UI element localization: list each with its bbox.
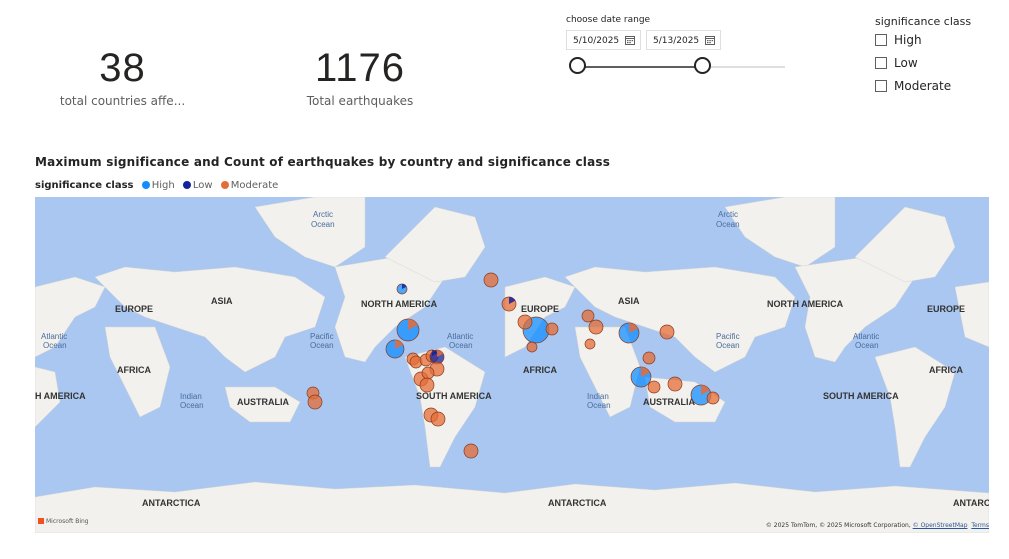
svg-text:Ocean: Ocean bbox=[180, 401, 204, 410]
svg-text:Atlantic: Atlantic bbox=[41, 332, 67, 341]
end-date-input[interactable]: 5/13/2025 bbox=[646, 30, 721, 50]
svg-text:ASIA: ASIA bbox=[618, 296, 640, 306]
svg-text:EUROPE: EUROPE bbox=[927, 304, 965, 314]
svg-text:NORTH AMERICA: NORTH AMERICA bbox=[767, 299, 844, 309]
svg-text:ANTARC: ANTARC bbox=[953, 498, 989, 508]
map-canvas[interactable]: Arctic Ocean Arctic Ocean EUROPE ASIA NO… bbox=[35, 197, 989, 533]
svg-text:Ocean: Ocean bbox=[310, 341, 334, 350]
earthquake-bubble[interactable] bbox=[706, 391, 720, 405]
svg-text:Arctic: Arctic bbox=[313, 210, 333, 219]
svg-text:Ocean: Ocean bbox=[43, 341, 67, 350]
svg-text:Ocean: Ocean bbox=[311, 220, 335, 229]
earthquake-bubble[interactable] bbox=[659, 324, 675, 340]
svg-text:AUSTRALIA: AUSTRALIA bbox=[237, 397, 289, 407]
bing-logo: Microsoft Bing bbox=[38, 518, 89, 525]
earthquake-bubble[interactable] bbox=[430, 411, 446, 427]
svg-text:Pacific: Pacific bbox=[716, 332, 740, 341]
earthquake-bubble[interactable] bbox=[517, 314, 533, 330]
svg-text:ASIA: ASIA bbox=[211, 296, 233, 306]
legend-title: significance class bbox=[35, 180, 134, 191]
class-slicer-title: significance class bbox=[875, 15, 972, 28]
earthquake-bubble[interactable] bbox=[588, 319, 604, 335]
legend-item-low[interactable]: Low bbox=[182, 180, 213, 191]
map-title: Maximum significance and Count of earthq… bbox=[35, 155, 611, 169]
option-label: High bbox=[894, 33, 922, 47]
checkbox[interactable] bbox=[875, 80, 887, 92]
kpi-card-countries: 38 total countries affe... bbox=[50, 46, 195, 108]
checkbox[interactable] bbox=[875, 34, 887, 46]
kpi-label: total countries affe... bbox=[59, 94, 186, 108]
kpi-label: Total earthquakes bbox=[306, 94, 414, 108]
end-date-value: 5/13/2025 bbox=[653, 36, 700, 46]
svg-text:Atlantic: Atlantic bbox=[853, 332, 879, 341]
svg-text:Ocean: Ocean bbox=[716, 220, 740, 229]
start-date-input[interactable]: 5/10/2025 bbox=[566, 30, 641, 50]
earthquake-bubble[interactable] bbox=[667, 376, 683, 392]
svg-text:AFRICA: AFRICA bbox=[117, 365, 151, 375]
svg-text:Ocean: Ocean bbox=[449, 341, 473, 350]
svg-text:Ocean: Ocean bbox=[716, 341, 740, 350]
earthquake-map[interactable]: Arctic Ocean Arctic Ocean EUROPE ASIA NO… bbox=[35, 197, 989, 533]
svg-text:Arctic: Arctic bbox=[718, 210, 738, 219]
earthquake-bubble[interactable] bbox=[642, 351, 656, 365]
earthquake-bubble[interactable] bbox=[421, 366, 435, 380]
svg-text:ANTARCTICA: ANTARCTICA bbox=[548, 498, 607, 508]
kpi-value: 1176 bbox=[314, 46, 405, 90]
earthquake-bubble[interactable] bbox=[581, 309, 595, 323]
legend-item-high[interactable]: High bbox=[141, 180, 175, 191]
map-attribution: © 2025 TomTom, © 2025 Microsoft Corporat… bbox=[765, 522, 989, 529]
svg-text:SOUTH AMERICA: SOUTH AMERICA bbox=[823, 391, 899, 401]
svg-text:ANTARCTICA: ANTARCTICA bbox=[142, 498, 201, 508]
svg-text:AUSTRALIA: AUSTRALIA bbox=[643, 397, 695, 407]
svg-text:SOUTH AMERICA: SOUTH AMERICA bbox=[416, 391, 492, 401]
earthquake-bubble[interactable] bbox=[526, 341, 538, 353]
svg-text:Atlantic: Atlantic bbox=[447, 332, 473, 341]
svg-text:AFRICA: AFRICA bbox=[929, 365, 963, 375]
svg-text:H AMERICA: H AMERICA bbox=[35, 391, 86, 401]
svg-text:EUROPE: EUROPE bbox=[115, 304, 153, 314]
kpi-card-earthquakes: 1176 Total earthquakes bbox=[290, 46, 430, 108]
option-label: Moderate bbox=[894, 79, 952, 93]
terms-link[interactable]: Terms bbox=[971, 522, 989, 529]
svg-text:AFRICA: AFRICA bbox=[523, 365, 557, 375]
svg-text:Ocean: Ocean bbox=[587, 401, 611, 410]
option-label: Low bbox=[894, 56, 918, 70]
date-range-selected bbox=[578, 66, 703, 68]
svg-text:Indian: Indian bbox=[587, 392, 609, 401]
svg-text:Ocean: Ocean bbox=[855, 341, 879, 350]
svg-text:Pacific: Pacific bbox=[310, 332, 334, 341]
checkbox[interactable] bbox=[875, 57, 887, 69]
start-date-handle[interactable] bbox=[569, 57, 586, 74]
earthquake-bubble[interactable] bbox=[647, 380, 661, 394]
kpi-value: 38 bbox=[99, 46, 146, 90]
date-slicer-title: choose date range bbox=[566, 15, 651, 25]
start-date-value: 5/10/2025 bbox=[573, 36, 620, 46]
end-date-handle[interactable] bbox=[694, 57, 711, 74]
calendar-icon[interactable] bbox=[625, 35, 635, 45]
earthquake-bubble[interactable] bbox=[463, 443, 479, 459]
calendar-icon[interactable] bbox=[705, 35, 715, 45]
earthquake-bubble[interactable] bbox=[584, 338, 596, 350]
svg-text:Indian: Indian bbox=[180, 392, 202, 401]
earthquake-bubble[interactable] bbox=[545, 322, 559, 336]
svg-text:EUROPE: EUROPE bbox=[521, 304, 559, 314]
map-legend: significance class High Low Moderate bbox=[35, 180, 278, 191]
legend-item-moderate[interactable]: Moderate bbox=[220, 180, 278, 191]
svg-text:NORTH AMERICA: NORTH AMERICA bbox=[361, 299, 438, 309]
earthquake-bubble[interactable] bbox=[419, 377, 435, 393]
osm-link[interactable]: © OpenStreetMap bbox=[913, 522, 968, 529]
earthquake-bubble[interactable] bbox=[307, 394, 323, 410]
earthquake-bubble[interactable] bbox=[483, 272, 499, 288]
